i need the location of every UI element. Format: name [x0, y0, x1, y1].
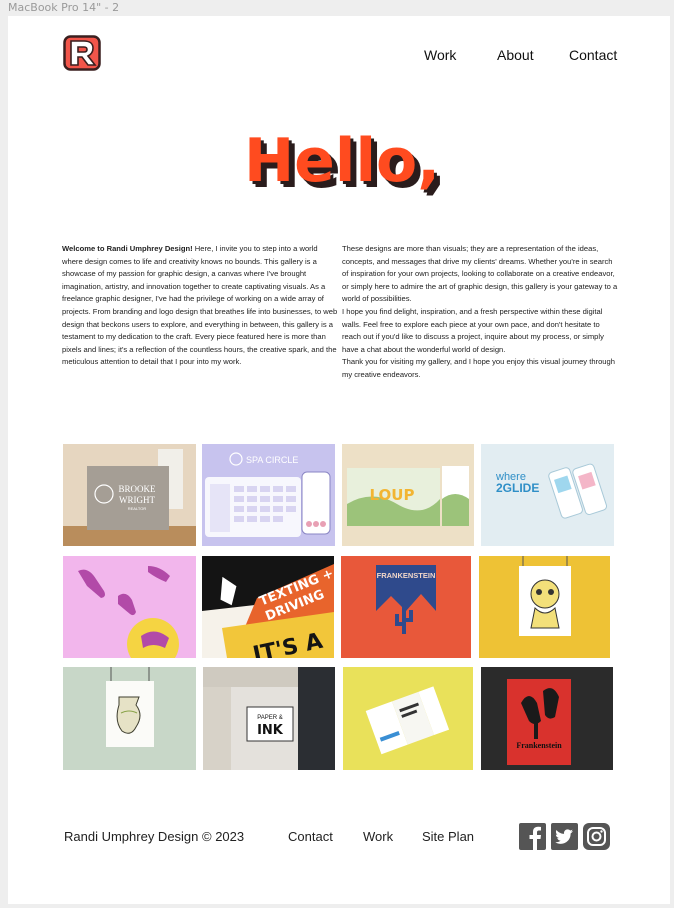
gallery-item-yellow-brochure[interactable] — [343, 667, 473, 770]
hero-heading: Hello, Hello, Hello, — [244, 126, 446, 202]
artboard: Work About Contact Hello, Hello, Hello, … — [8, 16, 670, 904]
twitter-icon[interactable] — [551, 823, 578, 850]
gallery-item-where-2-glide[interactable]: where 2GLIDE — [481, 444, 614, 546]
gallery-item-pitcher-poster[interactable] — [63, 667, 196, 770]
nav-contact-link[interactable]: Contact — [569, 47, 617, 63]
footer-work-link[interactable]: Work — [363, 829, 393, 844]
pitcher-poster-image — [63, 667, 196, 770]
spa-title: SPA CIRCLE — [246, 455, 298, 465]
frankenstein-red-image: Frankenstein — [481, 667, 613, 770]
frank-orange-title: FRANKENSTEIN — [377, 571, 436, 580]
where-2-glide-image: where 2GLIDE — [481, 444, 614, 546]
paper-and-ink-image: PAPER & INK — [203, 667, 335, 770]
brooke-line1: BROOKE — [118, 484, 156, 494]
brooke-wright-card-image: BROOKE WRIGHT REALTOR — [63, 444, 196, 546]
where-line2: 2GLIDE — [496, 481, 539, 495]
paper-small: PAPER & — [257, 715, 283, 721]
brooke-line2: WRIGHT — [119, 495, 155, 505]
texting-driving-image: TEXTING + DRIVING IT'S A — [202, 556, 334, 658]
nav-work-link[interactable]: Work — [424, 47, 456, 63]
nav-about-link[interactable]: About — [497, 47, 534, 63]
artboard-label: MacBook Pro 14" - 2 — [8, 1, 120, 14]
instagram-icon[interactable] — [583, 823, 610, 850]
intro-column-left: Welcome to Randi Umphrey Design! Here, I… — [62, 243, 338, 369]
gallery-item-frankenstein-orange[interactable]: FRANKENSTEIN — [341, 556, 471, 658]
intro-col2-p3: Thank you for visiting my gallery, and I… — [342, 357, 615, 379]
intro-col2-p2: I hope you find delight, inspiration, an… — [342, 306, 604, 354]
gallery-item-yellow-poster[interactable] — [479, 556, 610, 658]
intro-welcome: Welcome to Randi Umphrey Design! — [62, 244, 193, 253]
loup-title: LOUP — [370, 486, 415, 504]
facebook-icon[interactable] — [519, 823, 546, 850]
intro-col2-p1: These designs are more than visuals; the… — [342, 244, 618, 304]
frankenstein-orange-image: FRANKENSTEIN — [341, 556, 471, 658]
frank-red-title: Frankenstein — [516, 741, 562, 750]
gallery-item-spa-circle[interactable]: SPA CIRCLE — [202, 444, 335, 546]
yellow-brochure-image — [343, 667, 473, 770]
footer-contact-link[interactable]: Contact — [288, 829, 333, 844]
footer-copyright: Randi Umphrey Design © 2023 — [64, 829, 245, 844]
gallery-item-loup[interactable]: LOUP — [342, 444, 474, 546]
gallery-item-frankenstein-red[interactable]: Frankenstein — [481, 667, 613, 770]
gallery-item-brooke-wright[interactable]: BROOKE WRIGHT REALTOR — [63, 444, 196, 546]
intro-column-right: These designs are more than visuals; the… — [342, 243, 618, 382]
paper-big: INK — [257, 723, 284, 738]
brooke-line3: REALTOR — [128, 506, 147, 511]
hero-text: Hello, — [244, 126, 440, 196]
yellow-poster-image — [479, 556, 610, 658]
spa-circle-image: SPA CIRCLE — [202, 444, 335, 546]
pink-figures-image — [63, 556, 196, 658]
brand-logo[interactable] — [63, 35, 101, 71]
gallery-item-pink-figures[interactable] — [63, 556, 196, 658]
gallery-item-paper-and-ink[interactable]: PAPER & INK — [203, 667, 335, 770]
gallery-item-texting-driving[interactable]: TEXTING + DRIVING IT'S A — [202, 556, 334, 658]
footer-site-plan-link[interactable]: Site Plan — [422, 829, 474, 844]
intro-col1-text: Here, I invite you to step into a world … — [62, 244, 338, 367]
loup-image: LOUP — [342, 444, 474, 546]
